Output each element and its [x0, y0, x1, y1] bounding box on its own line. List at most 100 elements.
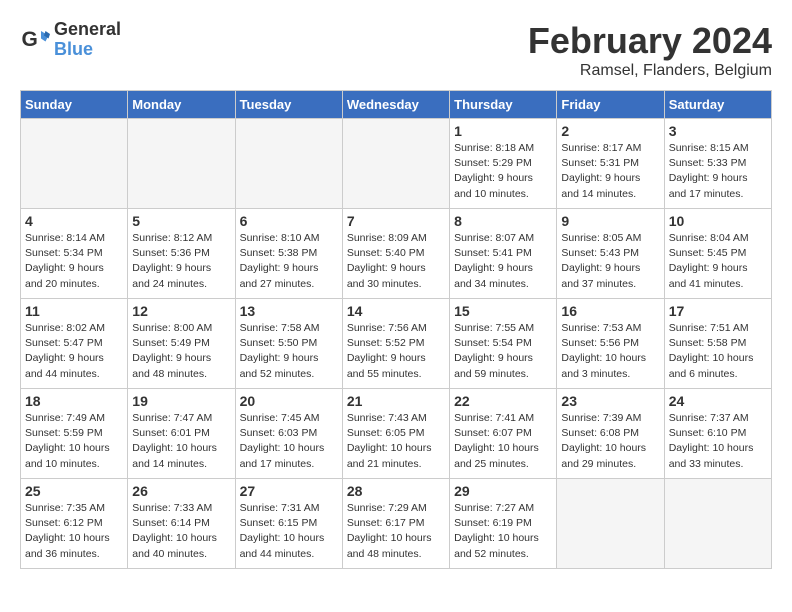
day-number: 1 — [454, 123, 552, 139]
day-info: Sunrise: 7:33 AM Sunset: 6:14 PM Dayligh… — [132, 501, 230, 562]
calendar-cell: 22 Sunrise: 7:41 AM Sunset: 6:07 PM Dayli… — [450, 389, 557, 479]
column-header-tuesday: Tuesday — [235, 91, 342, 119]
day-info: Sunrise: 7:27 AM Sunset: 6:19 PM Dayligh… — [454, 501, 552, 562]
logo-text: General Blue — [54, 20, 121, 60]
day-number: 6 — [240, 213, 338, 229]
calendar-cell: 25 Sunrise: 7:35 AM Sunset: 6:12 PM Dayli… — [21, 479, 128, 569]
day-number: 24 — [669, 393, 767, 409]
calendar-week-row: 11 Sunrise: 8:02 AM Sunset: 5:47 PM Dayli… — [21, 299, 772, 389]
calendar-cell: 3 Sunrise: 8:15 AM Sunset: 5:33 PM Daylig… — [664, 119, 771, 209]
page-header: G General Blue February 2024 Ramsel, Fla… — [20, 20, 772, 80]
day-info: Sunrise: 7:37 AM Sunset: 6:10 PM Dayligh… — [669, 411, 767, 472]
calendar-cell: 20 Sunrise: 7:45 AM Sunset: 6:03 PM Dayli… — [235, 389, 342, 479]
day-number: 9 — [561, 213, 659, 229]
day-number: 12 — [132, 303, 230, 319]
day-info: Sunrise: 8:15 AM Sunset: 5:33 PM Dayligh… — [669, 141, 767, 202]
calendar-cell — [342, 119, 449, 209]
day-number: 14 — [347, 303, 445, 319]
day-info: Sunrise: 7:43 AM Sunset: 6:05 PM Dayligh… — [347, 411, 445, 472]
day-info: Sunrise: 8:09 AM Sunset: 5:40 PM Dayligh… — [347, 231, 445, 292]
day-number: 11 — [25, 303, 123, 319]
column-header-friday: Friday — [557, 91, 664, 119]
calendar-cell: 10 Sunrise: 8:04 AM Sunset: 5:45 PM Dayli… — [664, 209, 771, 299]
calendar-cell: 9Sunrise: 8:05 AM Sunset: 5:43 PM Daylig… — [557, 209, 664, 299]
day-number: 15 — [454, 303, 552, 319]
day-info: Sunrise: 7:47 AM Sunset: 6:01 PM Dayligh… — [132, 411, 230, 472]
day-number: 26 — [132, 483, 230, 499]
calendar-cell: 14Sunrise: 7:56 AM Sunset: 5:52 PM Dayli… — [342, 299, 449, 389]
calendar-cell — [664, 479, 771, 569]
day-info: Sunrise: 8:17 AM Sunset: 5:31 PM Dayligh… — [561, 141, 659, 202]
calendar-cell: 2Sunrise: 8:17 AM Sunset: 5:31 PM Daylig… — [557, 119, 664, 209]
day-number: 17 — [669, 303, 767, 319]
svg-text:G: G — [22, 28, 38, 51]
day-info: Sunrise: 8:12 AM Sunset: 5:36 PM Dayligh… — [132, 231, 230, 292]
day-number: 29 — [454, 483, 552, 499]
day-info: Sunrise: 7:35 AM Sunset: 6:12 PM Dayligh… — [25, 501, 123, 562]
day-number: 19 — [132, 393, 230, 409]
day-number: 7 — [347, 213, 445, 229]
calendar-cell: 4 Sunrise: 8:14 AM Sunset: 5:34 PM Daylig… — [21, 209, 128, 299]
calendar-cell: 11 Sunrise: 8:02 AM Sunset: 5:47 PM Dayli… — [21, 299, 128, 389]
logo-icon: G — [20, 25, 50, 55]
calendar-cell: 18 Sunrise: 7:49 AM Sunset: 5:59 PM Dayli… — [21, 389, 128, 479]
day-info: Sunrise: 8:02 AM Sunset: 5:47 PM Dayligh… — [25, 321, 123, 382]
calendar-week-row: 4 Sunrise: 8:14 AM Sunset: 5:34 PM Daylig… — [21, 209, 772, 299]
calendar-cell: 23Sunrise: 7:39 AM Sunset: 6:08 PM Dayli… — [557, 389, 664, 479]
day-number: 8 — [454, 213, 552, 229]
calendar-cell: 8 Sunrise: 8:07 AM Sunset: 5:41 PM Daylig… — [450, 209, 557, 299]
location: Ramsel, Flanders, Belgium — [528, 62, 772, 80]
logo: G General Blue — [20, 20, 121, 60]
day-number: 16 — [561, 303, 659, 319]
day-number: 4 — [25, 213, 123, 229]
calendar-cell: 17 Sunrise: 7:51 AM Sunset: 5:58 PM Dayli… — [664, 299, 771, 389]
calendar-cell: 24 Sunrise: 7:37 AM Sunset: 6:10 PM Dayli… — [664, 389, 771, 479]
day-number: 10 — [669, 213, 767, 229]
calendar-cell — [235, 119, 342, 209]
day-info: Sunrise: 8:14 AM Sunset: 5:34 PM Dayligh… — [25, 231, 123, 292]
day-number: 28 — [347, 483, 445, 499]
calendar-table: SundayMondayTuesdayWednesdayThursdayFrid… — [20, 90, 772, 569]
column-header-thursday: Thursday — [450, 91, 557, 119]
day-number: 21 — [347, 393, 445, 409]
calendar-cell: 5Sunrise: 8:12 AM Sunset: 5:36 PM Daylig… — [128, 209, 235, 299]
day-info: Sunrise: 7:39 AM Sunset: 6:08 PM Dayligh… — [561, 411, 659, 472]
title-area: February 2024 Ramsel, Flanders, Belgium — [528, 20, 772, 80]
calendar-cell: 15 Sunrise: 7:55 AM Sunset: 5:54 PM Dayli… — [450, 299, 557, 389]
day-info: Sunrise: 8:07 AM Sunset: 5:41 PM Dayligh… — [454, 231, 552, 292]
calendar-cell: 1 Sunrise: 8:18 AM Sunset: 5:29 PM Daylig… — [450, 119, 557, 209]
day-info: Sunrise: 8:04 AM Sunset: 5:45 PM Dayligh… — [669, 231, 767, 292]
calendar-cell: 29 Sunrise: 7:27 AM Sunset: 6:19 PM Dayli… — [450, 479, 557, 569]
column-header-sunday: Sunday — [21, 91, 128, 119]
day-info: Sunrise: 7:51 AM Sunset: 5:58 PM Dayligh… — [669, 321, 767, 382]
day-info: Sunrise: 7:55 AM Sunset: 5:54 PM Dayligh… — [454, 321, 552, 382]
calendar-cell — [128, 119, 235, 209]
day-info: Sunrise: 7:29 AM Sunset: 6:17 PM Dayligh… — [347, 501, 445, 562]
column-header-saturday: Saturday — [664, 91, 771, 119]
day-info: Sunrise: 7:31 AM Sunset: 6:15 PM Dayligh… — [240, 501, 338, 562]
calendar-week-row: 1 Sunrise: 8:18 AM Sunset: 5:29 PM Daylig… — [21, 119, 772, 209]
calendar-header-row: SundayMondayTuesdayWednesdayThursdayFrid… — [21, 91, 772, 119]
calendar-cell: 19 Sunrise: 7:47 AM Sunset: 6:01 PM Dayli… — [128, 389, 235, 479]
day-number: 18 — [25, 393, 123, 409]
calendar-week-row: 18 Sunrise: 7:49 AM Sunset: 5:59 PM Dayli… — [21, 389, 772, 479]
day-number: 27 — [240, 483, 338, 499]
day-info: Sunrise: 7:45 AM Sunset: 6:03 PM Dayligh… — [240, 411, 338, 472]
day-info: Sunrise: 7:41 AM Sunset: 6:07 PM Dayligh… — [454, 411, 552, 472]
day-info: Sunrise: 8:18 AM Sunset: 5:29 PM Dayligh… — [454, 141, 552, 202]
calendar-cell: 6 Sunrise: 8:10 AM Sunset: 5:38 PM Daylig… — [235, 209, 342, 299]
month-title: February 2024 — [528, 20, 772, 62]
calendar-cell: 28 Sunrise: 7:29 AM Sunset: 6:17 PM Dayli… — [342, 479, 449, 569]
calendar-cell: 27 Sunrise: 7:31 AM Sunset: 6:15 PM Dayli… — [235, 479, 342, 569]
day-info: Sunrise: 7:53 AM Sunset: 5:56 PM Dayligh… — [561, 321, 659, 382]
day-number: 22 — [454, 393, 552, 409]
calendar-cell: 26 Sunrise: 7:33 AM Sunset: 6:14 PM Dayli… — [128, 479, 235, 569]
calendar-cell — [21, 119, 128, 209]
day-number: 20 — [240, 393, 338, 409]
day-info: Sunrise: 8:10 AM Sunset: 5:38 PM Dayligh… — [240, 231, 338, 292]
calendar-week-row: 25 Sunrise: 7:35 AM Sunset: 6:12 PM Dayli… — [21, 479, 772, 569]
day-number: 25 — [25, 483, 123, 499]
day-info: Sunrise: 7:49 AM Sunset: 5:59 PM Dayligh… — [25, 411, 123, 472]
calendar-cell: 13Sunrise: 7:58 AM Sunset: 5:50 PM Dayli… — [235, 299, 342, 389]
day-number: 3 — [669, 123, 767, 139]
